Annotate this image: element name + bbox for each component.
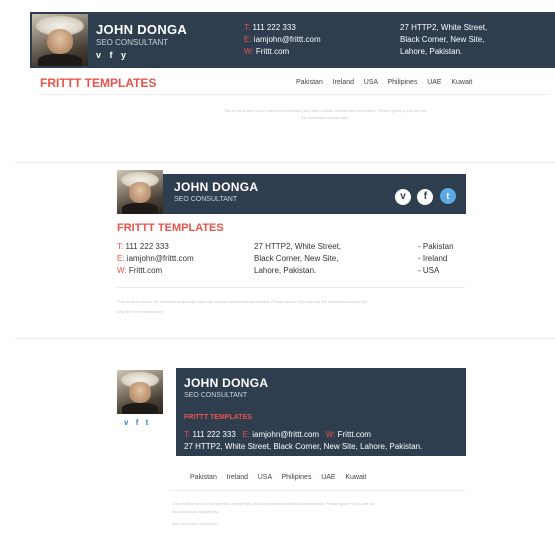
sig2-phone: 111 222 333 [125, 242, 169, 251]
sig1-title: SEO CONSULTANT [96, 38, 169, 47]
facebook-icon[interactable]: f [136, 418, 139, 427]
sig3-avatar [117, 370, 163, 414]
sig3-phone: 111 222 333 [192, 430, 236, 439]
sig1-phone: 111 222 333 [252, 23, 296, 32]
sig3-contacts: T: 111 222 333 E: iamjohn@frittt.com W: … [184, 430, 371, 439]
sig3-country-list: Pakistan . Ireland . USA . Philipines . … [190, 474, 367, 481]
sig3-divider [170, 490, 466, 491]
sig1-brand: FRITTT TEMPLATES [40, 76, 157, 90]
facebook-icon[interactable]: f [417, 189, 434, 205]
twitter-icon[interactable]: t [439, 188, 456, 204]
sig3-brand: FRITTT TEMPLATES [184, 414, 252, 421]
vimeo-icon[interactable]: v [395, 189, 411, 205]
sig1-social: v f y [96, 50, 126, 60]
sig1-web[interactable]: Frittt.com [256, 47, 289, 56]
sig2-email[interactable]: iamjohn@frittt.com [127, 254, 194, 263]
section-divider [15, 162, 555, 163]
sig2-avatar [117, 170, 163, 214]
sig2-country-list: - Pakistan - Ireland - USA [418, 242, 454, 275]
sig1-address: 27 HTTP2, White Street, Black Corner, Ne… [400, 23, 488, 56]
sig3-web[interactable]: Frittt.com [338, 430, 371, 439]
sig3-email[interactable]: iamjohn@frittt.com [252, 430, 319, 439]
sig1-avatar [32, 14, 88, 66]
sig3-name: JOHN DONGA [184, 376, 269, 390]
sig2-title: SEO CONSULTANT [174, 196, 238, 203]
sig3-address: 27 HTTP2, White Street, Black Corner, Ne… [184, 442, 423, 451]
sig3-social: v f t [124, 418, 148, 427]
sig3-disclaimer: This email is sent to the intended recip… [172, 501, 375, 526]
sig2-name: JOHN DONGA [174, 180, 259, 194]
email-label: E: [244, 35, 252, 44]
sig1-contacts: T: 111 222 333 E: iamjohn@frittt.com W: … [244, 22, 321, 58]
sig1-email[interactable]: iamjohn@frittt.com [254, 35, 321, 44]
facebook-icon[interactable]: f [110, 50, 113, 60]
sig1-disclaimer: This email is sent to the intended recip… [223, 108, 427, 120]
section-divider-2 [15, 338, 555, 339]
sig2-disclaimer: This email is sent to the intended recip… [117, 299, 369, 314]
vimeo-icon[interactable]: v [96, 50, 101, 60]
sig2-address: 27 HTTP2, White Street, Black Corner, Ne… [254, 242, 342, 275]
sig2-divider [117, 287, 465, 288]
sig2-social: v f t [395, 186, 456, 205]
sig2-web[interactable]: Frittt.com [129, 266, 162, 275]
sig1-divider [40, 94, 550, 95]
youtube-icon[interactable]: y [121, 50, 126, 60]
vimeo-icon[interactable]: v [124, 418, 128, 427]
twitter-icon[interactable]: t [146, 418, 149, 427]
sig1-country-list: Pakistan . Ireland . USA . Philipines . … [296, 79, 473, 86]
sig2-contacts: T: 111 222 333 E: iamjohn@frittt.com W: … [117, 242, 194, 275]
sig2-brand: FRITTT TEMPLATES [117, 222, 224, 234]
sig1-name: JOHN DONGA [96, 22, 188, 37]
sig3-title: SEO CONSULTANT [184, 392, 248, 399]
phone-label: T: [244, 23, 251, 32]
web-label: W: [244, 47, 254, 56]
